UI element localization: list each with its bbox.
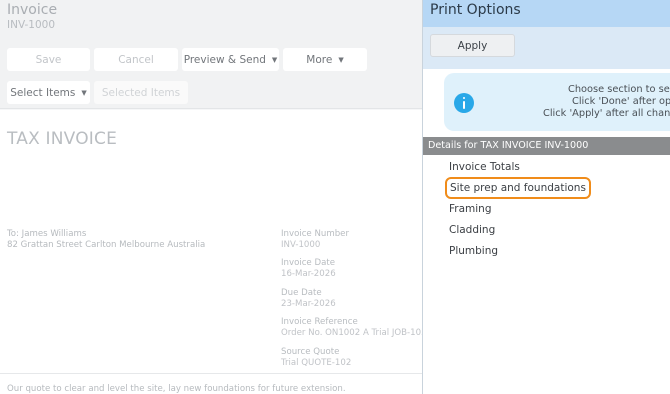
cancel-button[interactable]: Cancel	[94, 48, 178, 71]
details-header: Details for TAX INVOICE INV-1000	[423, 137, 670, 155]
cancel-button-label: Cancel	[118, 53, 154, 66]
section-site-prep-and-foundations[interactable]: Site prep and foundations	[445, 177, 591, 199]
tax-invoice-title: TAX INVOICE	[7, 129, 118, 149]
divider	[0, 373, 422, 374]
invoice-title: Invoice	[7, 2, 58, 18]
source-quote-label: Source Quote	[281, 347, 340, 357]
selected-items-label: Selected Items	[101, 86, 181, 99]
invoice-reference-label: Invoice Reference	[281, 317, 358, 327]
preview-send-label: Preview & Send	[183, 53, 266, 66]
apply-button[interactable]: Apply	[430, 34, 515, 57]
print-options-panel: Print Options Apply Choose section to se…	[422, 0, 670, 394]
source-quote-value: Trial QUOTE-102	[281, 358, 352, 368]
print-options-toolbar: Apply	[423, 27, 670, 69]
save-button[interactable]: Save	[7, 48, 90, 71]
save-button-label: Save	[35, 53, 62, 66]
invoice-number-value: INV-1000	[281, 240, 321, 250]
details-header-label: Details for TAX INVOICE INV-1000	[428, 140, 589, 151]
info-box: Choose section to set p Click 'Done' aft…	[444, 73, 670, 131]
invoice-editor: Invoice INV-1000 Save Cancel Preview & S…	[0, 0, 422, 394]
select-items-button[interactable]: Select Items ▼	[7, 81, 90, 104]
due-date-value: 23-Mar-2026	[281, 299, 336, 309]
recipient-name: To: James Williams	[7, 229, 87, 239]
selected-items-button[interactable]: Selected Items	[94, 81, 188, 104]
select-items-label: Select Items	[10, 86, 76, 99]
invoice-description: Our quote to clear and level the site, l…	[7, 384, 346, 394]
info-icon	[454, 93, 474, 113]
chevron-down-icon: ▼	[271, 55, 278, 64]
info-line-2: Click 'Done' after optio	[572, 96, 670, 107]
invoice-number-heading: INV-1000	[7, 19, 56, 31]
print-options-title: Print Options	[430, 2, 521, 18]
invoice-header: Invoice INV-1000 Save Cancel Preview & S…	[0, 0, 422, 109]
more-button-label: More	[306, 53, 333, 66]
more-button[interactable]: More ▼	[283, 48, 367, 71]
invoice-date-label: Invoice Date	[281, 258, 335, 268]
section-plumbing[interactable]: Plumbing	[449, 245, 498, 257]
info-line-3: Click 'Apply' after all changes	[543, 108, 670, 119]
chevron-down-icon: ▼	[81, 88, 87, 97]
print-options-header: Print Options	[423, 0, 670, 27]
preview-send-button[interactable]: Preview & Send ▼	[182, 48, 279, 71]
section-invoice-totals[interactable]: Invoice Totals	[449, 161, 520, 173]
invoice-reference-value: Order No. ON1002 A Trial JOB-103	[281, 328, 422, 338]
section-cladding[interactable]: Cladding	[449, 224, 495, 236]
info-line-1: Choose section to set p	[568, 84, 670, 95]
due-date-label: Due Date	[281, 288, 322, 298]
chevron-down-icon: ▼	[338, 55, 344, 64]
recipient-address: 82 Grattan Street Carlton Melbourne Aust…	[7, 240, 206, 250]
invoice-document: TAX INVOICE To: James Williams 82 Gratta…	[0, 110, 422, 394]
section-framing[interactable]: Framing	[449, 203, 492, 215]
invoice-date-value: 16-Mar-2026	[281, 269, 336, 279]
invoice-number-label: Invoice Number	[281, 229, 349, 239]
